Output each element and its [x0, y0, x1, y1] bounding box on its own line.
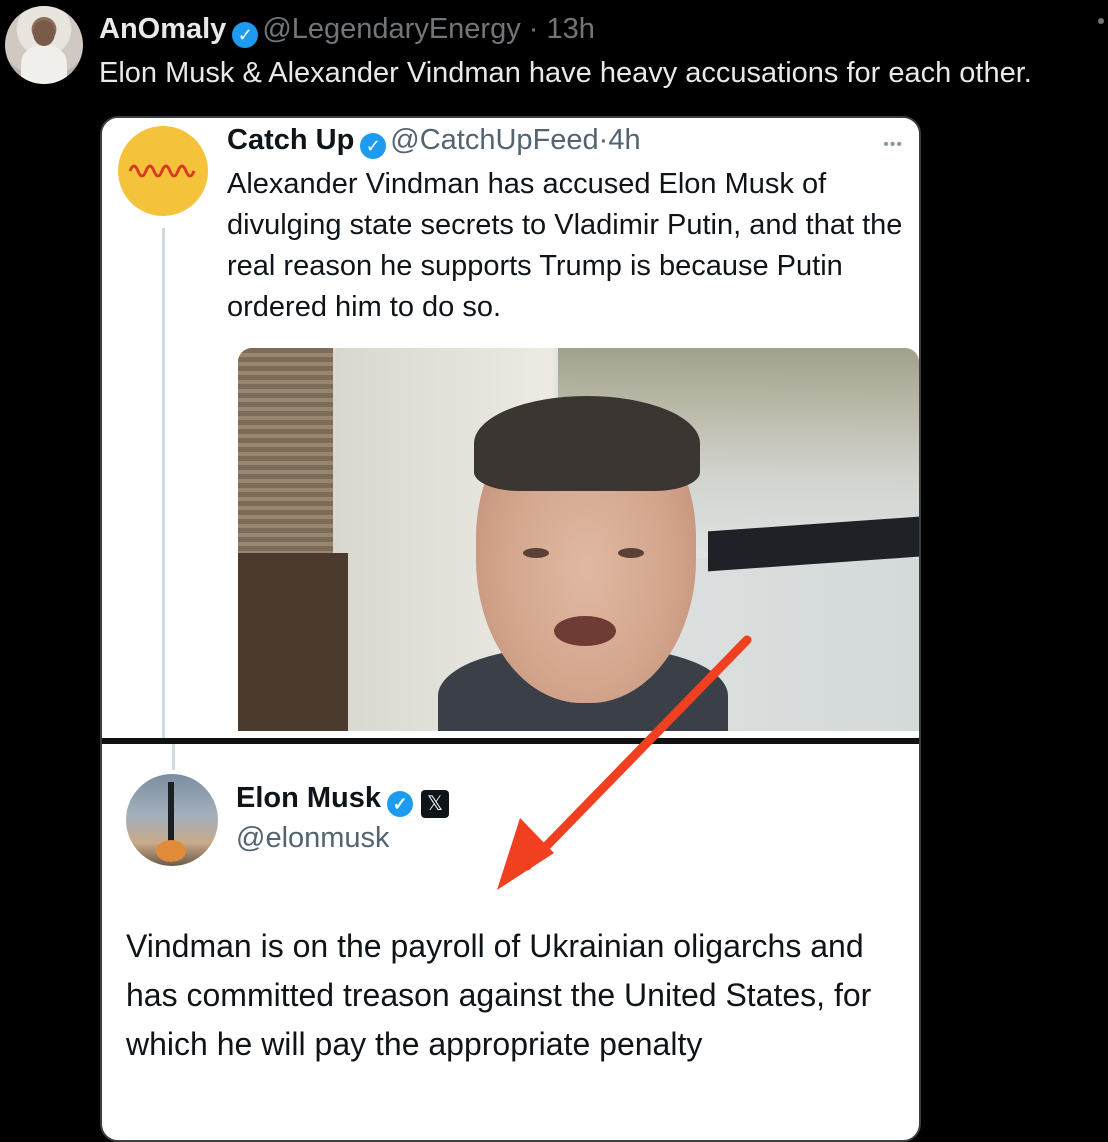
separator-dot: ·: [528, 13, 539, 45]
avatar-body: [21, 46, 67, 84]
catchup-avatar: [118, 126, 208, 216]
waveform-logo-icon: [128, 164, 196, 178]
x-logo-icon: 𝕏: [421, 790, 450, 818]
more-icon: •••: [883, 136, 903, 153]
catchup-name: Catch Up: [227, 124, 355, 156]
elon-handle: @elonmusk: [236, 822, 390, 854]
catchup-screenshot: Catch Up ✓ @CatchUpFeed·4h ••• Alexander V…: [112, 118, 919, 738]
avatar-head: [33, 20, 55, 46]
catchup-header: Catch Up ✓ @CatchUpFeed·4h: [227, 122, 641, 159]
separator-dot: ·: [598, 124, 609, 156]
verified-badge-icon: ✓: [387, 791, 414, 817]
elon-name-line: Elon Musk ✓ 𝕏: [236, 782, 450, 818]
author-handle[interactable]: @LegendaryEnergy: [262, 13, 520, 45]
elon-screenshot: Elon Musk ✓ 𝕏 @elonmusk Vindman is on the …: [112, 744, 909, 1132]
eye: [523, 548, 549, 558]
eye: [618, 548, 644, 558]
catchup-time: 4h: [608, 124, 641, 156]
elon-text: Vindman is on the payroll of Ukrainian o…: [126, 928, 872, 1062]
video-frame: [238, 348, 919, 731]
hair: [474, 396, 700, 491]
elon-name: Elon Musk: [236, 782, 382, 814]
mouth: [554, 616, 616, 646]
tweet-time[interactable]: 13h: [547, 13, 595, 45]
thread-line: [162, 228, 165, 738]
cabinet: [238, 553, 348, 731]
tweet-header: AnOmaly ✓ @LegendaryEnergy · 13h: [99, 12, 595, 48]
elon-avatar: [126, 774, 218, 866]
tweet-media[interactable]: Catch Up ✓ @CatchUpFeed·4h ••• Alexander V…: [100, 116, 921, 1142]
more-icon[interactable]: [1098, 18, 1104, 24]
catchup-text: Alexander Vindman has accused Elon Musk …: [227, 168, 903, 323]
main-avatar[interactable]: [5, 6, 83, 84]
flame: [156, 840, 186, 862]
tweet-text: Elon Musk & Alexander Vindman have heavy…: [99, 57, 1032, 89]
verified-badge-icon: ✓: [360, 133, 387, 159]
catchup-handle: @CatchUpFeed: [390, 124, 599, 156]
verified-badge-icon: ✓: [232, 22, 259, 48]
author-name[interactable]: AnOmaly: [99, 13, 226, 45]
thread-line: [172, 744, 175, 770]
